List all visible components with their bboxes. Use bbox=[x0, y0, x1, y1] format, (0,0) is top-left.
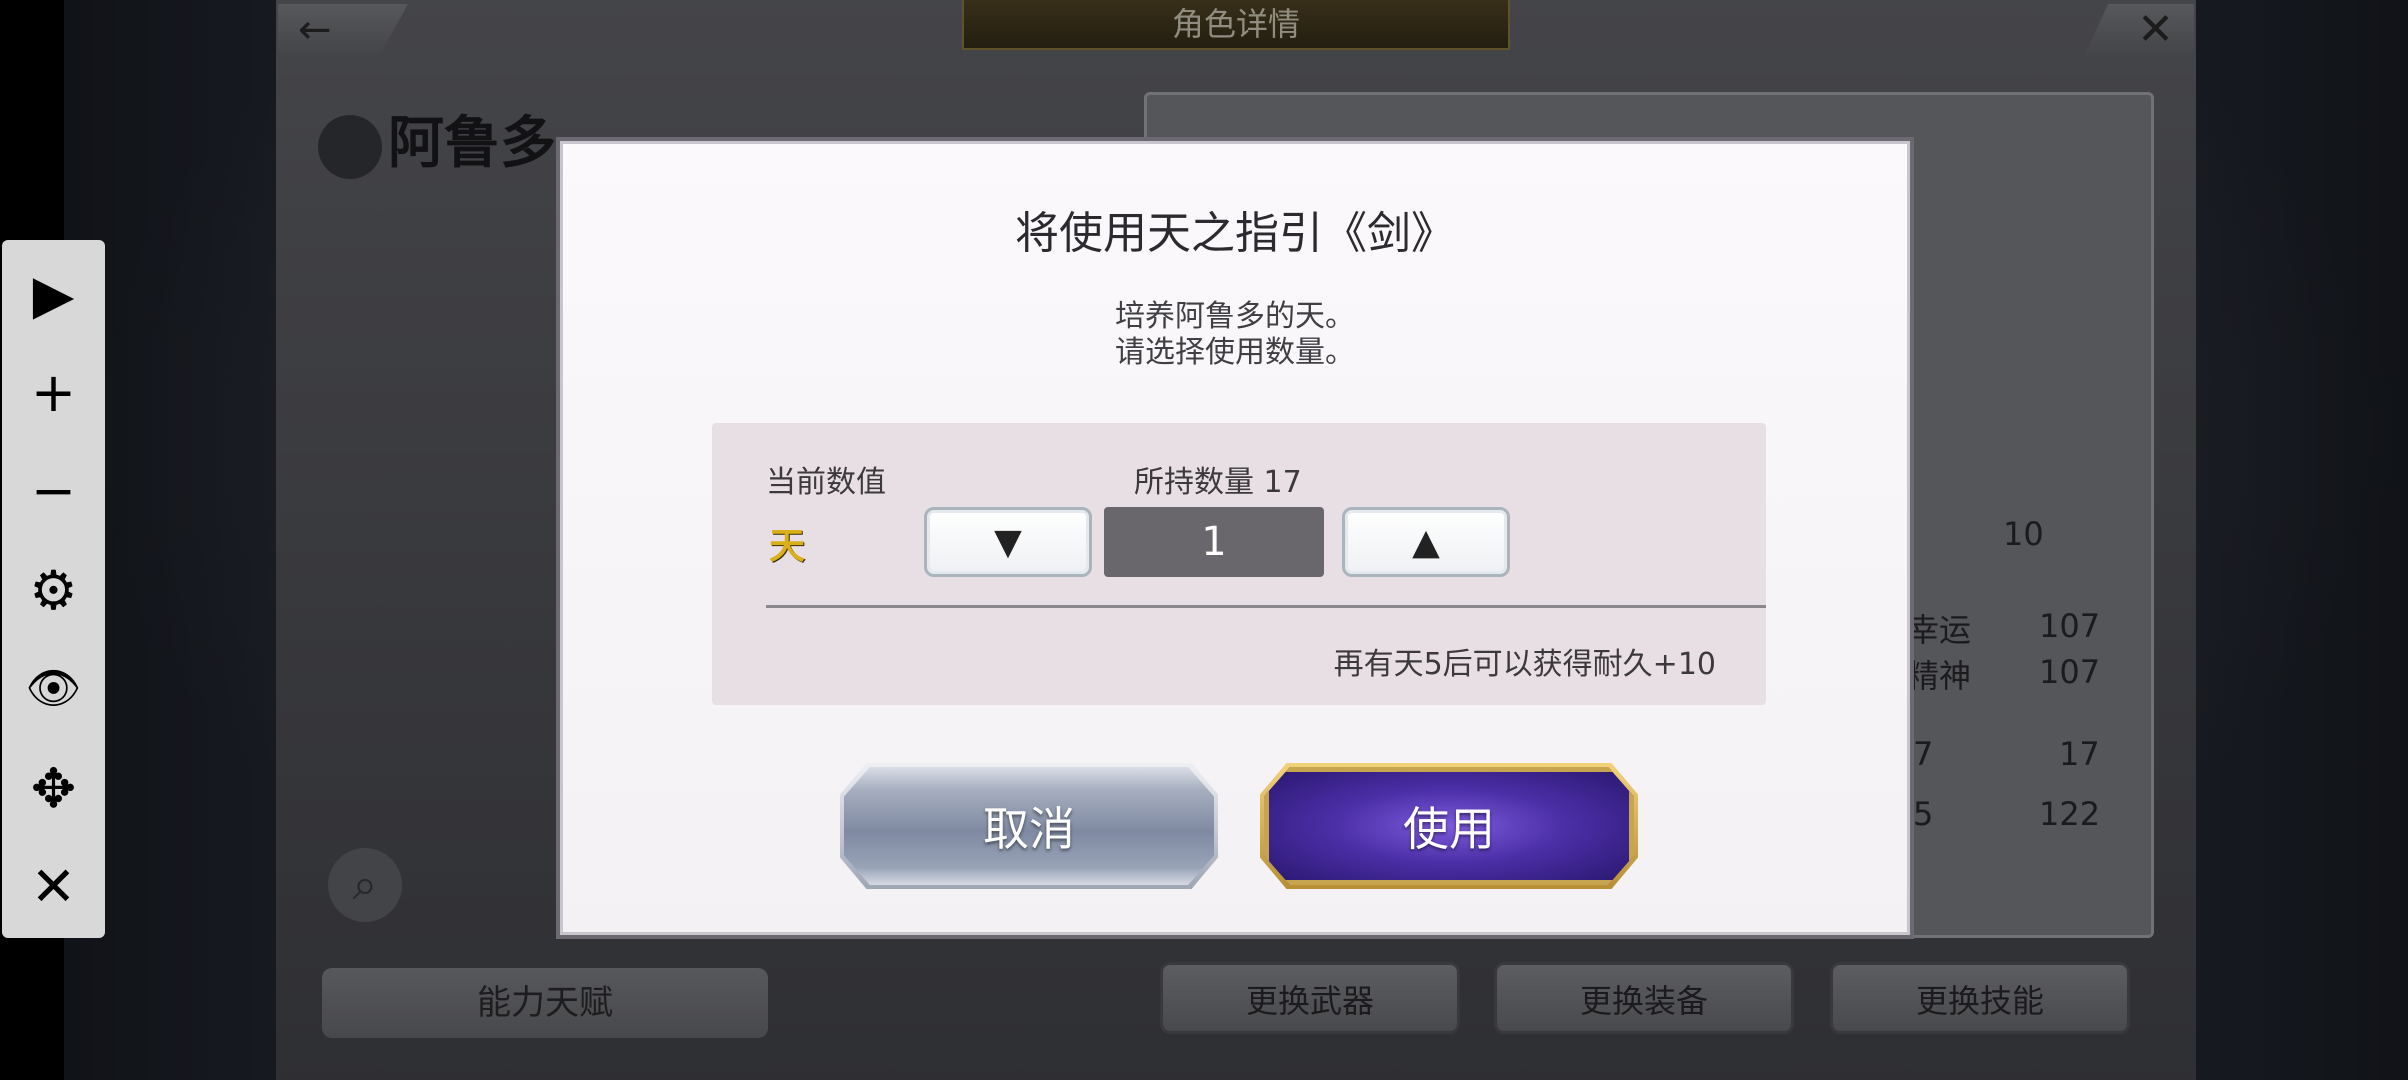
dialog-title: 将使用天之指引《剑》 bbox=[1015, 208, 1455, 259]
close-toolbar-icon[interactable]: ✕ bbox=[2, 846, 105, 926]
quantity-field[interactable]: 1 bbox=[1104, 507, 1324, 577]
quantity-panel: 当前数值 所持数量 17 天 10 + ▼ 1 ▲ 再有天5后可以获得耐久+10 bbox=[712, 423, 1766, 705]
settings-gear-icon[interactable]: ⚙ bbox=[2, 550, 105, 630]
zoom-out-icon[interactable]: − bbox=[2, 450, 105, 530]
zoom-in-icon[interactable]: + bbox=[2, 352, 105, 432]
increase-quantity-button[interactable]: ▲ bbox=[1342, 507, 1510, 577]
owned-count-label: 所持数量 17 bbox=[1134, 465, 1302, 500]
divider bbox=[766, 605, 1766, 608]
eye-icon[interactable]: 👁 bbox=[2, 648, 105, 728]
arrow-down-icon: ▼ bbox=[994, 521, 1022, 563]
move-icon[interactable]: ✥ bbox=[2, 748, 105, 828]
current-value-label: 当前数值 bbox=[766, 465, 886, 500]
bonus-note: 再有天5后可以获得耐久+10 bbox=[1333, 647, 1716, 682]
dialog-description-line2: 请选择使用数量。 bbox=[1115, 335, 1355, 370]
cancel-button[interactable]: 取消 bbox=[844, 767, 1214, 885]
use-button[interactable]: 使用 bbox=[1264, 767, 1634, 885]
tian-icon: 天 bbox=[768, 526, 805, 567]
use-label: 使用 bbox=[1403, 802, 1495, 856]
arrow-up-icon: ▲ bbox=[1412, 521, 1440, 563]
cancel-label: 取消 bbox=[983, 802, 1075, 856]
floating-toolbar: ▶ + − ⚙ 👁 ✥ ✕ bbox=[2, 240, 105, 938]
play-icon[interactable]: ▶ bbox=[2, 254, 105, 334]
use-item-dialog: 将使用天之指引《剑》 培养阿鲁多的天。 请选择使用数量。 当前数值 所持数量 1… bbox=[556, 137, 1914, 939]
decrease-quantity-button[interactable]: ▼ bbox=[924, 507, 1092, 577]
